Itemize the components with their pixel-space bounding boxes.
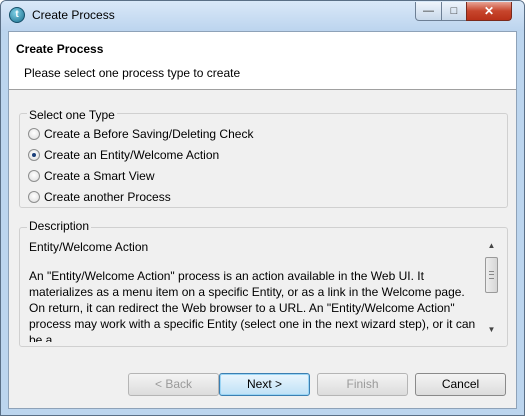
minimize-icon[interactable]: — — [415, 2, 442, 21]
description-content: Entity/Welcome Action An "Entity/Welcome… — [29, 239, 479, 342]
grip-icon — [489, 271, 494, 279]
description-group-legend: Description — [27, 219, 92, 233]
radio-circle[interactable] — [28, 128, 40, 140]
app-icon: t — [9, 7, 25, 23]
create-process-dialog: t Create Process — □ ✕ Create Process Pl… — [0, 0, 525, 416]
wizard-header: Create Process Please select one process… — [9, 32, 516, 90]
scroll-up-arrow-icon[interactable]: ▲ — [484, 239, 499, 253]
page-subtitle: Please select one process type to create — [24, 66, 241, 80]
window-title: Create Process — [32, 8, 115, 22]
scroll-thumb[interactable] — [485, 257, 498, 293]
radio-circle[interactable] — [28, 149, 40, 161]
close-icon[interactable]: ✕ — [466, 2, 512, 21]
finish-button[interactable]: Finish — [317, 373, 408, 396]
title-bar[interactable]: t Create Process — □ ✕ — [1, 1, 524, 31]
next-button[interactable]: Next > — [219, 373, 310, 396]
description-body: An "Entity/Welcome Action" process is an… — [29, 269, 476, 342]
type-group-legend: Select one Type — [27, 108, 117, 122]
back-button[interactable]: < Back — [128, 373, 219, 396]
radio-label[interactable]: Create a Before Saving/Deleting Check — [44, 127, 253, 141]
radio-label[interactable]: Create another Process — [44, 190, 171, 204]
radio-label[interactable]: Create an Entity/Welcome Action — [44, 148, 219, 162]
page-title: Create Process — [16, 42, 104, 56]
scroll-down-arrow-icon[interactable]: ▼ — [484, 323, 499, 337]
radio-label[interactable]: Create a Smart View — [44, 169, 155, 183]
maximize-icon[interactable]: □ — [441, 2, 467, 21]
dialog-body: Create Process Please select one process… — [8, 31, 517, 409]
cancel-button[interactable]: Cancel — [415, 373, 506, 396]
radio-circle[interactable] — [28, 191, 40, 203]
description-text-area[interactable]: Entity/Welcome Action An "Entity/Welcome… — [22, 237, 501, 342]
radio-circle[interactable] — [28, 170, 40, 182]
description-heading: Entity/Welcome Action — [29, 240, 149, 254]
description-scrollbar[interactable]: ▲ ▼ — [484, 237, 499, 339]
radio-selected-dot — [32, 153, 36, 157]
